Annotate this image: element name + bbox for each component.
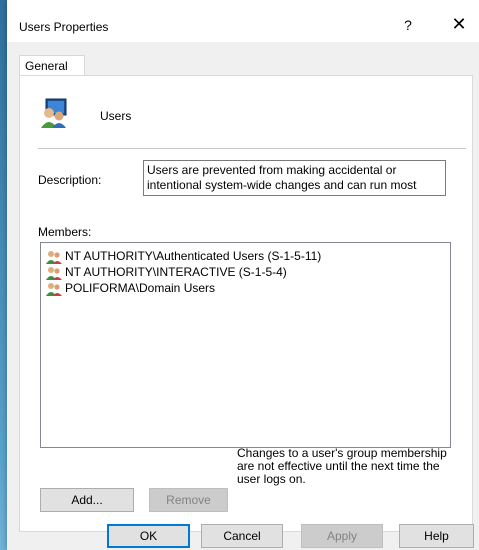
users-properties-dialog: Users Properties ? ✕ General Users Descr… xyxy=(7,0,479,550)
member-name: POLIFORMA\Domain Users xyxy=(65,281,216,295)
members-list[interactable]: NT AUTHORITY\Authenticated Users (S-1-5-… xyxy=(40,242,451,448)
group-icon xyxy=(46,282,62,296)
general-panel: Users Description: Users are prevented f… xyxy=(19,75,473,532)
dialog-body: General Users Description: Users are pre… xyxy=(7,42,479,550)
title-bar[interactable]: Users Properties ? ✕ xyxy=(7,0,479,42)
membership-info-text: Changes to a user's group membership are… xyxy=(237,446,447,486)
member-name: NT AUTHORITY\INTERACTIVE (S-1-5-4) xyxy=(65,265,287,279)
cancel-button[interactable]: Cancel xyxy=(201,524,283,548)
help-button[interactable]: Help xyxy=(399,524,474,548)
users-group-icon xyxy=(41,98,67,128)
members-label: Members: xyxy=(38,225,92,239)
ok-button[interactable]: OK xyxy=(107,524,190,548)
group-name: Users xyxy=(100,109,132,123)
member-row[interactable]: POLIFORMA\Domain Users xyxy=(41,280,450,296)
tab-general[interactable]: General xyxy=(19,55,85,75)
group-icon xyxy=(46,250,62,264)
remove-button[interactable]: Remove xyxy=(149,488,228,512)
help-icon[interactable]: ? xyxy=(400,17,416,33)
add-button[interactable]: Add... xyxy=(40,488,134,512)
member-row[interactable]: NT AUTHORITY\INTERACTIVE (S-1-5-4) xyxy=(41,264,450,280)
member-name: NT AUTHORITY\Authenticated Users (S-1-5-… xyxy=(65,249,322,263)
member-row[interactable]: NT AUTHORITY\Authenticated Users (S-1-5-… xyxy=(41,248,450,264)
description-field[interactable]: Users are prevented from making accident… xyxy=(143,160,446,196)
description-label: Description: xyxy=(38,173,102,187)
group-icon xyxy=(46,266,62,280)
divider xyxy=(38,148,466,149)
close-icon[interactable]: ✕ xyxy=(449,14,469,35)
window-title: Users Properties xyxy=(19,20,109,34)
apply-button[interactable]: Apply xyxy=(301,524,383,548)
